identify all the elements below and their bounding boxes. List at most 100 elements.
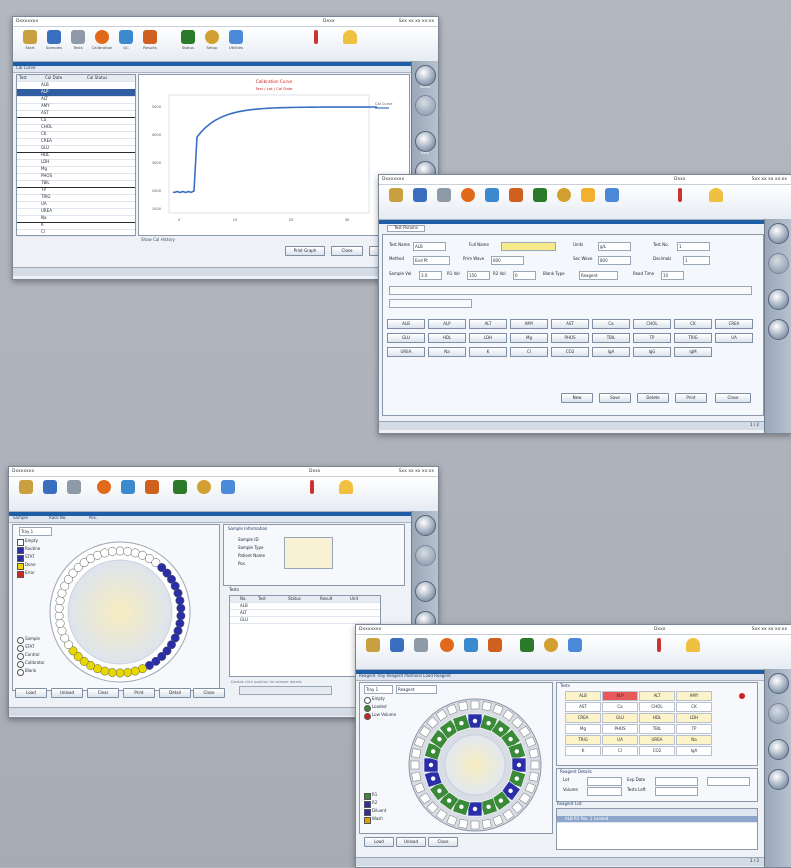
table-row[interactable]: ALB [230,603,380,610]
reagents-button[interactable] [577,188,599,204]
read-time-field[interactable]: 10 [661,271,684,280]
print-side-button[interactable] [415,95,436,116]
tray-position[interactable] [173,588,183,598]
tray-select[interactable]: Tray 1 [19,527,52,536]
prim-wave-field[interactable]: 600 [491,256,524,265]
stop-button[interactable] [768,319,789,340]
cal-history-toggle[interactable]: Show Cal History [141,237,175,243]
test-cell[interactable]: CO2 [639,746,675,756]
home-button[interactable] [415,65,436,86]
test-button[interactable]: Na [428,347,466,357]
test-button[interactable]: LDH [469,333,507,343]
unload-button[interactable]: Unload [396,837,426,847]
setup-button[interactable] [553,188,575,204]
tray-position[interactable] [123,547,133,556]
test-cell[interactable]: HDL [639,713,675,723]
units-field[interactable]: g/L [598,242,631,251]
test-button[interactable]: HDL [428,333,466,343]
help-button[interactable] [415,131,436,152]
test-cell[interactable]: ALB [565,691,601,701]
test-button[interactable]: ALB [387,319,425,329]
clear-button[interactable]: Clear [87,688,119,698]
full-name-field[interactable] [501,242,556,251]
test-button[interactable]: GLU [387,333,425,343]
tests-button[interactable] [63,480,85,496]
list-item[interactable]: ALB R1 Pos. 1 Loaded [557,816,757,823]
detail-button[interactable]: Detail [159,688,191,698]
help-button[interactable] [768,289,789,310]
outer-slot[interactable] [411,748,422,759]
test-cell[interactable]: TBIL [639,724,675,734]
lot-field[interactable] [587,777,622,786]
test-button[interactable]: CO2 [551,347,589,357]
tab-pos[interactable]: Pos. [89,515,97,521]
lamp-alert-button[interactable] [669,188,691,204]
home-button[interactable] [768,223,789,244]
sec-wave-field[interactable]: 800 [598,256,631,265]
test-cell[interactable]: AMY [676,691,712,701]
results-button[interactable]: Results [139,30,161,50]
test-button[interactable]: TRIG [674,333,712,343]
detail-dropdown[interactable] [707,777,750,786]
sample-vol-field[interactable]: 3.0 [419,271,442,280]
test-cell[interactable]: Cl [602,746,638,756]
test-button[interactable]: UREA [387,347,425,357]
test-cell[interactable]: AST [565,702,601,712]
save-button[interactable]: Save [599,393,631,403]
load-button[interactable]: Load [15,688,47,698]
bell-alert-button[interactable] [335,480,357,496]
print-side-button[interactable] [768,253,789,274]
results-button[interactable] [141,480,163,496]
tests-button[interactable]: Tests [67,30,89,50]
outer-slot[interactable] [410,760,420,770]
bell-alert-button[interactable] [682,638,704,654]
radio-button[interactable] [17,637,24,644]
tray-position[interactable] [176,603,186,613]
test-cell[interactable]: GLU [602,713,638,723]
lamp-alert-button[interactable] [301,480,323,496]
test-cell[interactable]: CK [676,702,712,712]
test-cell[interactable]: TRIG [565,735,601,745]
close-button[interactable]: Close [331,246,363,256]
outer-slot[interactable] [528,748,539,759]
outer-slot[interactable] [481,818,492,829]
test-cell[interactable]: IgA [676,746,712,756]
calibration-button[interactable] [436,638,458,654]
tests-left-field[interactable] [655,787,698,796]
status-button[interactable]: Status [177,30,199,50]
decimals-field[interactable]: 1 [683,256,710,265]
outer-slot[interactable] [481,701,492,712]
blank-type-field[interactable]: Reagent [579,271,618,280]
reagents-button[interactable] [217,480,239,496]
test-button[interactable]: CK [674,319,712,329]
tray-position[interactable] [107,668,117,677]
tray-position[interactable] [115,546,125,556]
start-button[interactable]: Start [19,30,41,50]
start-button[interactable] [362,638,384,654]
test-button[interactable]: IgA [592,347,630,357]
test-cell[interactable]: TP [676,724,712,734]
samples-button[interactable] [386,638,408,654]
close-button[interactable]: Close [715,393,751,403]
test-button[interactable]: TP [633,333,671,343]
test-button[interactable]: IgM [674,347,712,357]
results-button[interactable] [484,638,506,654]
r2-vol-field[interactable]: 0 [513,271,536,280]
calibration-button[interactable] [457,188,479,204]
test-button[interactable]: AST [551,319,589,329]
delete-button[interactable]: Delete [637,393,669,403]
tab-sample[interactable]: Sample [13,515,28,521]
test-cell[interactable]: K [565,746,601,756]
outer-slot[interactable] [470,700,480,710]
tray-position[interactable] [176,611,186,621]
test-cell[interactable]: ALP [602,691,638,701]
start-button[interactable] [385,188,407,204]
qc-button[interactable] [117,480,139,496]
tray-position[interactable] [130,666,140,676]
tray-position[interactable] [175,618,185,628]
test-button[interactable]: PHOS [551,333,589,343]
print-graph-button[interactable]: Print Graph [285,246,325,256]
volume-field[interactable] [587,787,622,796]
start-button[interactable] [15,480,37,496]
test-button[interactable]: ALT [469,319,507,329]
